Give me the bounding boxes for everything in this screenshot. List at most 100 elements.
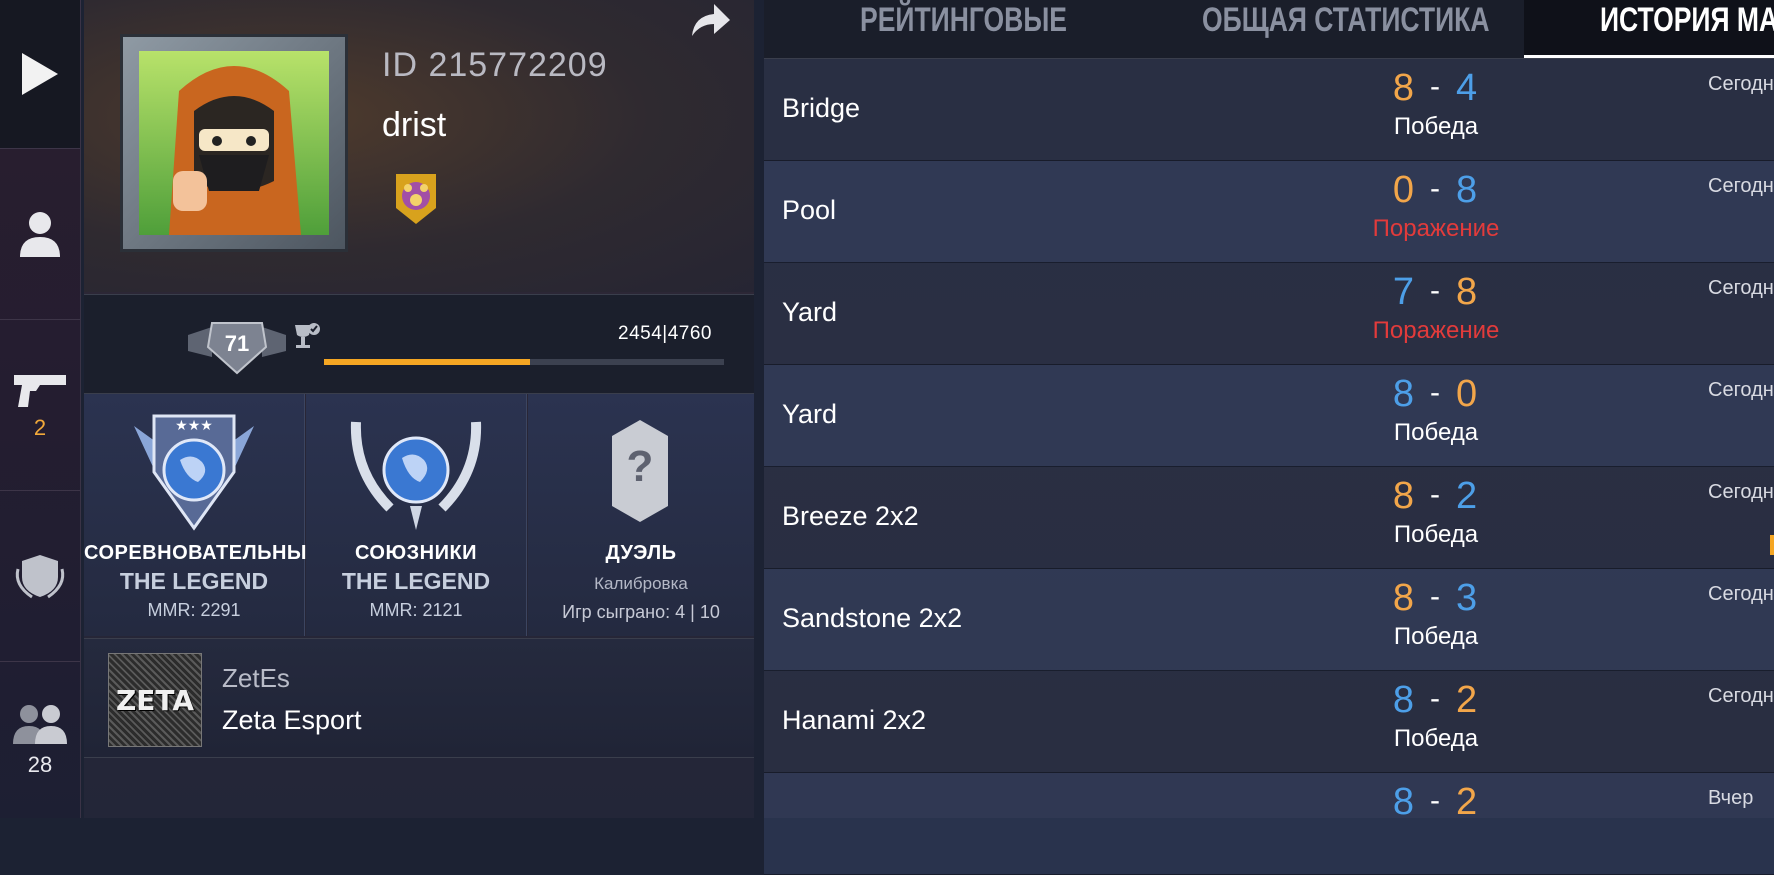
player-id: ID 215772209: [382, 46, 608, 84]
stats-tabs: РЕЙТИНГОВЫЕ ОБЩАЯ СТАТИСТИКА ИСТОРИЯ МАТ: [764, 0, 1774, 59]
match-date: Сегодн: [1708, 277, 1774, 299]
shield-icon: [15, 555, 65, 599]
rank-card-allies[interactable]: СОЮЗНИКИ THE LEGEND MMR: 2121: [306, 394, 527, 636]
score-left: 8: [1392, 67, 1416, 109]
score-separator: -: [1430, 784, 1442, 817]
match-score: 8-2: [1264, 679, 1608, 722]
level-number: 71: [224, 331, 250, 356]
svg-text:★★★: ★★★: [175, 418, 213, 434]
weapons-tab[interactable]: 2: [0, 320, 80, 491]
score-left: 8: [1392, 781, 1416, 823]
share-icon[interactable]: [688, 0, 732, 40]
match-result: Победа: [1393, 113, 1479, 140]
person-icon: [20, 212, 60, 257]
match-result: Поражение: [1372, 317, 1500, 344]
score-left: 7: [1392, 271, 1416, 313]
match-row[interactable]: Yard 7-8 Поражение Сегодн: [764, 263, 1774, 365]
xp-progress-bar: [324, 359, 724, 365]
map-name: Hanami 2x2: [782, 705, 927, 735]
clan-logo: ZETA: [108, 653, 202, 747]
match-result: Победа: [1393, 623, 1479, 650]
player-nickname: drist: [382, 106, 447, 144]
rank-mmr: MMR: 2291: [147, 600, 241, 620]
paw-badge-icon[interactable]: [390, 168, 442, 228]
tab-match-history[interactable]: ИСТОРИЯ МАТ: [1600, 0, 1774, 58]
clan-name: Zeta Esport: [222, 705, 362, 735]
rank-name: THE LEGEND: [341, 568, 491, 594]
score-left: 8: [1392, 475, 1416, 517]
map-name: Yard: [782, 297, 838, 327]
friends-tab[interactable]: 28: [0, 662, 80, 818]
globe-wreath-emblem-icon: [350, 421, 482, 530]
score-separator: -: [1430, 478, 1442, 511]
play-button[interactable]: [0, 0, 80, 149]
match-date: Сегодн: [1708, 379, 1774, 401]
games-played: Игр сыграно: 4 | 10: [562, 602, 720, 622]
map-name: Breeze 2x2: [782, 501, 919, 531]
weapons-count: 2: [33, 415, 47, 440]
rank-mmr: MMR: 2121: [369, 600, 463, 620]
match-row[interactable]: Hanami 2x2 8-2 Победа Сегодн: [764, 671, 1774, 773]
avatar-image: [139, 51, 329, 235]
level-section: 71 2454|4760: [84, 294, 754, 394]
clan-row[interactable]: ZETA ZetEs Zeta Esport: [84, 638, 754, 758]
match-history-panel: РЕЙТИНГОВЫЕ ОБЩАЯ СТАТИСТИКА ИСТОРИЯ МАТ…: [764, 0, 1774, 875]
score-right: 2: [1456, 781, 1480, 823]
match-date: Сегодн: [1708, 481, 1774, 503]
map-name: Pool: [782, 195, 837, 225]
score-right: 4: [1456, 67, 1480, 109]
profile-panel: ID 215772209 drist 71 2454|4760 ★★★ СОРЕ…: [84, 0, 754, 818]
score-right: 2: [1456, 679, 1480, 721]
match-result: Победа: [1393, 521, 1479, 548]
profile-header: ID 215772209 drist: [84, 0, 754, 292]
match-row[interactable]: 8-2 Вчер: [764, 773, 1774, 875]
score-left: 8: [1392, 577, 1416, 619]
score-right: 3: [1456, 577, 1480, 619]
map-name: Yard: [782, 399, 838, 429]
avatar[interactable]: [120, 34, 348, 252]
score-separator: -: [1430, 682, 1442, 715]
match-row[interactable]: Bridge 8-4 Победа Сегодн: [764, 59, 1774, 161]
match-date: Сегодн: [1708, 583, 1774, 605]
calibration-status: Калибровка: [594, 574, 688, 593]
match-score: 8-4: [1264, 67, 1608, 110]
clan-tab[interactable]: [0, 491, 80, 662]
score-left: 8: [1392, 679, 1416, 721]
tab-ranked[interactable]: РЕЙТИНГОВЫЕ: [860, 0, 1067, 58]
trophy-check-icon: [295, 323, 320, 348]
match-row[interactable]: Breeze 2x2 8-2 Победа Сегодн: [764, 467, 1774, 569]
score-separator: -: [1430, 580, 1442, 613]
match-result: Победа: [1393, 725, 1479, 752]
match-row[interactable]: Yard 8-0 Победа Сегодн: [764, 365, 1774, 467]
match-score: 8-3: [1264, 577, 1608, 620]
match-score: 0-8: [1264, 169, 1608, 212]
score-right: 2: [1456, 475, 1480, 517]
score-right: 8: [1456, 169, 1480, 211]
play-icon: [22, 53, 58, 95]
map-name: Sandstone 2x2: [782, 603, 963, 633]
score-right: 8: [1456, 271, 1480, 313]
tab-general-stats[interactable]: ОБЩАЯ СТАТИСТИКА: [1202, 0, 1490, 58]
rank-name: THE LEGEND: [119, 568, 269, 594]
friends-icon: [13, 705, 67, 744]
globe-rank-emblem-icon: ★★★: [134, 414, 254, 531]
rank-card-duel[interactable]: ? ДУЭЛЬ Калибровка Игр сыграно: 4 | 10: [528, 394, 754, 636]
profile-tab[interactable]: [0, 149, 80, 320]
ninja-avatar-icon: [169, 66, 301, 235]
score-separator: -: [1430, 172, 1442, 205]
match-result: Победа: [1393, 419, 1479, 446]
match-score: 8-0: [1264, 373, 1608, 416]
clan-tag: ZetEs: [222, 663, 290, 693]
xp-progress-fill: [324, 359, 530, 365]
score-left: 8: [1392, 373, 1416, 415]
rank-card-competitive[interactable]: ★★★ СОРЕВНОВАТЕЛЬНЫЙ THE LEGEND MMR: 229…: [84, 394, 321, 636]
xp-progress-text: 2454|4760: [618, 323, 712, 344]
rank-mode-label: СОЮЗНИКИ: [354, 542, 478, 564]
match-row[interactable]: Pool 0-8 Поражение Сегодн: [764, 161, 1774, 263]
match-score: 7-8: [1264, 271, 1608, 314]
highlight-marker: [1770, 535, 1774, 555]
rank-mode-label: ДУЭЛЬ: [605, 542, 677, 564]
match-row[interactable]: Sandstone 2x2 8-3 Победа Сегодн: [764, 569, 1774, 671]
score-separator: -: [1430, 70, 1442, 103]
match-date: Сегодн: [1708, 73, 1774, 95]
